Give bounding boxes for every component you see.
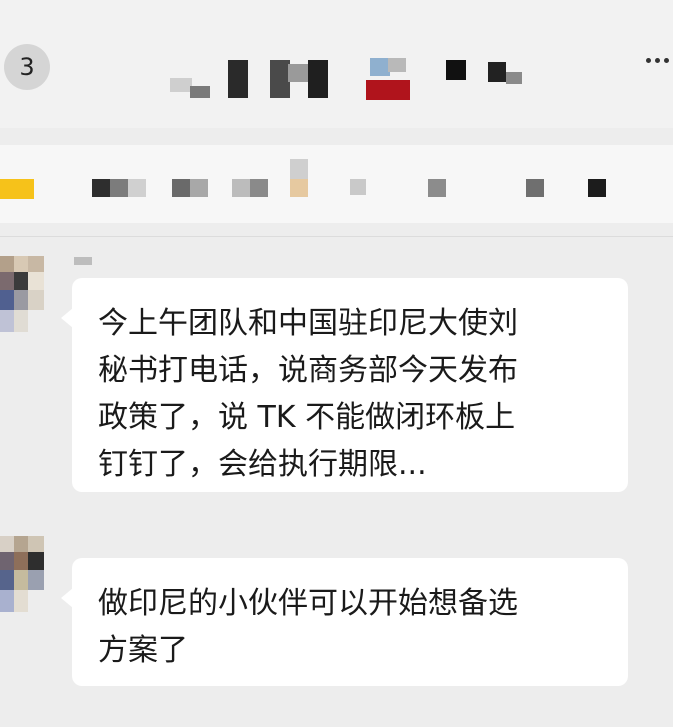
avatar[interactable] [0,536,44,612]
message-line: 钉钉了，会给执行期限... [98,447,427,482]
chat-title-pixelated [170,58,550,100]
avatar[interactable] [0,256,44,332]
sender-name-pixelated [74,257,92,265]
message-bubble[interactable]: 做印尼的小伙伴可以开始想备选 方案了 [61,558,628,686]
message-line: 做印尼的小伙伴可以开始想备选 [98,586,518,621]
message-line: 今上午团队和中国驻印尼大使刘 [98,306,518,341]
message-line: 方案了 [98,633,188,668]
message-line: 秘书打电话，说商务部今天发布 [98,353,518,388]
chat-subbar-pixelated [0,145,673,223]
message-bubble[interactable]: 今上午团队和中国驻印尼大使刘 秘书打电话，说商务部今天发布 政策了，说 TK 不… [61,278,628,492]
chat-header: 3 [0,0,673,128]
more-options-icon[interactable] [646,58,673,66]
divider [0,236,673,237]
unread-count: 3 [19,53,35,81]
unread-count-badge[interactable]: 3 [4,44,50,90]
message-line: 政策了，说 TK 不能做闭环板上 [98,400,516,435]
